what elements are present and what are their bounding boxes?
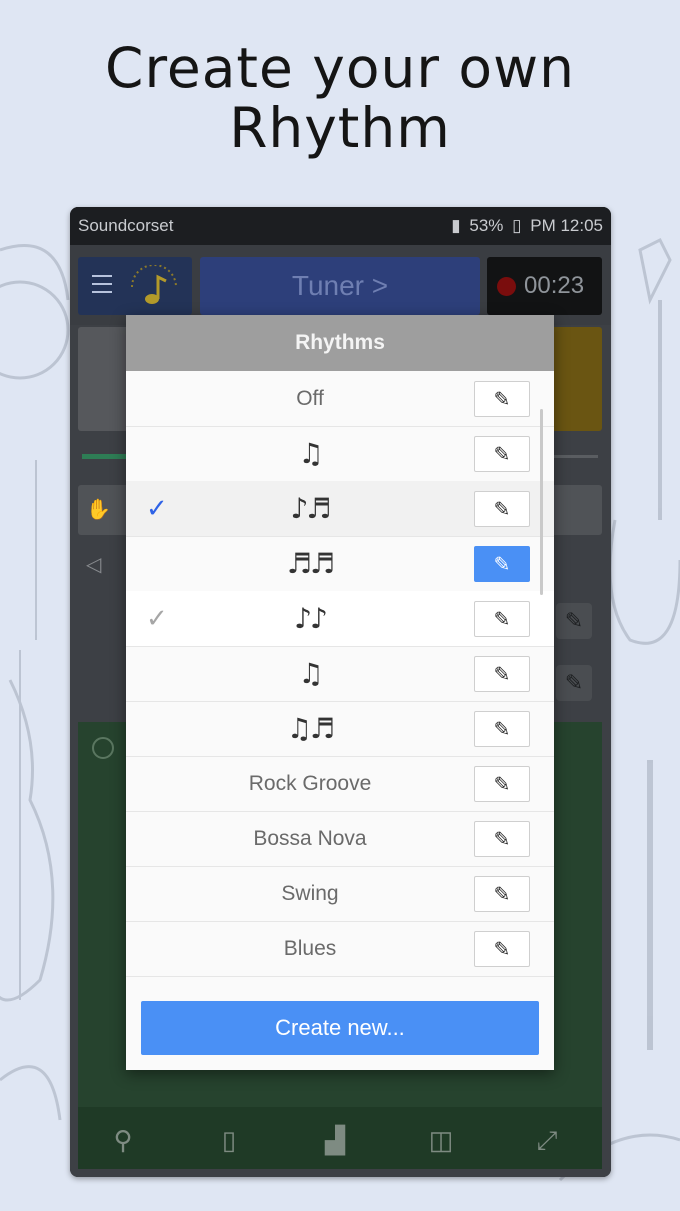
rhythms-dialog: Rhythms Off ✎ ♫ ✎ ✓ ♪♬ ✎ ♬♬ ✎ ✓ ♪♪ ✎ ♫ ✎… (126, 315, 554, 1070)
rhythm-label: ♫♬ (286, 712, 335, 745)
edit-button[interactable]: ✎ (474, 381, 530, 417)
list-item[interactable]: Blues ✎ (126, 921, 554, 977)
check-icon: ✓ (146, 603, 168, 633)
edit-button[interactable]: ✎ (474, 656, 530, 692)
rhythm-label: Bossa Nova (253, 827, 367, 850)
rhythm-label: ♪♪ (294, 602, 328, 635)
status-right: ▮ 53% ▯ PM 12:05 (447, 216, 603, 236)
headline-line-2: Rhythm (229, 96, 451, 160)
fullscreen-icon[interactable]: ⤢ (534, 1125, 560, 1155)
vibrate-icon[interactable]: ▯ (216, 1125, 242, 1155)
dialog-title: Rhythms (126, 315, 554, 371)
hand-icon: ✋ (86, 499, 111, 521)
rhythm-label: ♫ (298, 437, 323, 470)
edit-button[interactable]: ✎ (474, 766, 530, 802)
rhythm-label: Off (296, 387, 324, 410)
timer-value: 00:23 (524, 272, 585, 299)
rhythm-label: Blues (283, 937, 337, 960)
recorder-icon[interactable]: ◫ (428, 1125, 454, 1155)
rhythm-label: ♪♬ (290, 492, 332, 525)
edit-button[interactable]: ✎ (474, 931, 530, 967)
list-scrollbar[interactable] (540, 409, 543, 595)
status-bar: Soundcorset ▮ 53% ▯ PM 12:05 (70, 207, 611, 245)
list-item[interactable]: ♫ ✎ (126, 646, 554, 702)
clock-icon (92, 737, 114, 759)
slider-track (550, 455, 598, 458)
list-item[interactable]: Bossa Nova ✎ (126, 811, 554, 867)
rhythm-list[interactable]: Off ✎ ♫ ✎ ✓ ♪♬ ✎ ♬♬ ✎ ✓ ♪♪ ✎ ♫ ✎ ♫♬ ✎ Ro… (126, 371, 554, 981)
menu-button[interactable] (78, 257, 192, 315)
list-item[interactable]: ♫♬ ✎ (126, 701, 554, 757)
edit-button[interactable]: ✎ (474, 546, 530, 582)
check-icon: ✓ (146, 493, 168, 523)
edit-button[interactable]: ✎ (474, 711, 530, 747)
list-item[interactable]: Off ✎ (126, 371, 554, 427)
pencil-icon: ✎ (556, 603, 592, 639)
status-time: PM 12:05 (530, 216, 603, 235)
status-carrier: Soundcorset (78, 216, 174, 235)
signal-icon: ▮ (451, 216, 461, 235)
list-item[interactable]: ♫ ✎ (126, 426, 554, 482)
edit-button[interactable]: ✎ (474, 436, 530, 472)
create-new-button[interactable]: Create new... (141, 1001, 539, 1055)
tuner-button[interactable]: Tuner > (200, 257, 480, 315)
headline: Create your own Rhythm (0, 38, 680, 158)
rhythm-label: Rock Groove (248, 772, 372, 795)
list-item[interactable]: ✓ ♪♪ ✎ (126, 591, 554, 647)
edit-button[interactable]: ✎ (474, 491, 530, 527)
record-icon (497, 277, 516, 296)
flashlight-icon[interactable]: ⚲ (110, 1125, 136, 1155)
edit-button[interactable]: ✎ (474, 601, 530, 637)
list-item[interactable]: ✓ ♪♬ ✎ (126, 481, 554, 537)
edit-button[interactable]: ✎ (474, 876, 530, 912)
speaker-icon: ◁ (86, 554, 102, 576)
menu-icon (92, 275, 112, 299)
list-item[interactable]: Swing ✎ (126, 866, 554, 922)
headline-line-1: Create your own (105, 36, 575, 100)
app-logo-icon (131, 265, 177, 304)
list-item[interactable]: ♬♬ ✎ (126, 536, 554, 592)
rhythm-label: Swing (281, 882, 339, 905)
list-item[interactable]: Rock Groove ✎ (126, 756, 554, 812)
stats-icon[interactable]: ▟ (322, 1125, 348, 1155)
pencil-icon: ✎ (556, 665, 592, 701)
battery-level: 53% (469, 216, 504, 235)
rhythm-label: ♬♬ (286, 547, 335, 580)
rhythm-label: ♫ (298, 657, 323, 690)
bottom-nav: ⚲ ▯ ▟ ◫ ⤢ (78, 1107, 602, 1169)
battery-icon: ▯ (512, 216, 522, 235)
edit-button[interactable]: ✎ (474, 821, 530, 857)
recording-timer[interactable]: 00:23 (487, 257, 602, 315)
